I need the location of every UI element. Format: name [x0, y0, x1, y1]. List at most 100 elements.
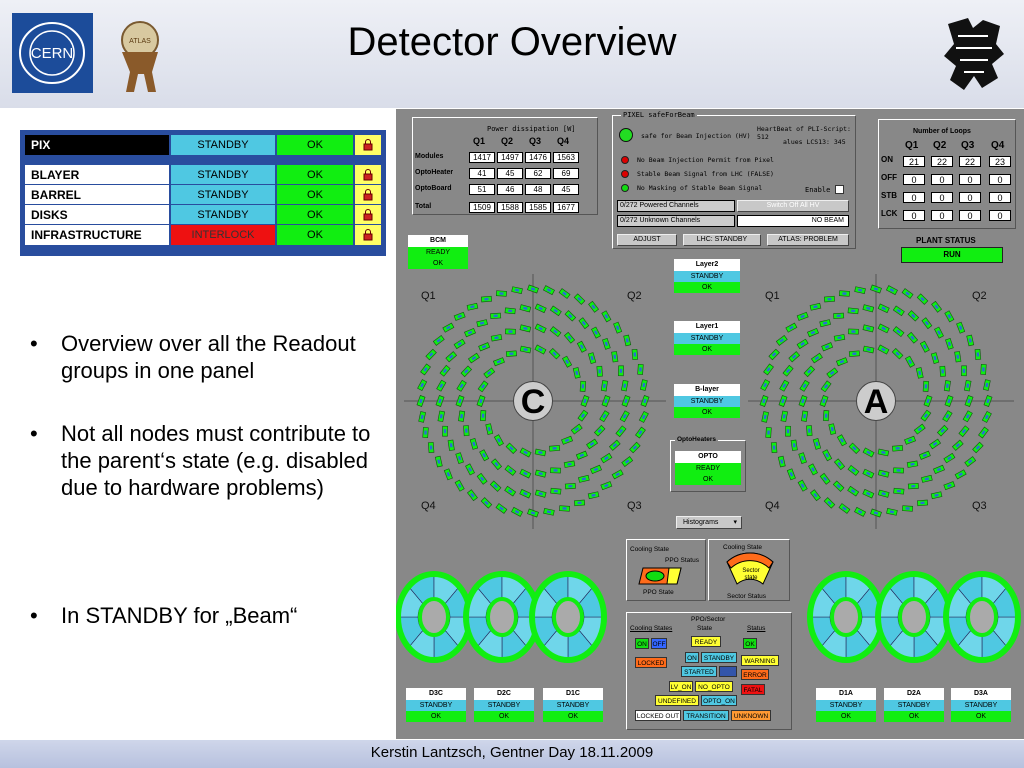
status-row-status: OK — [276, 134, 354, 156]
disk-inner-ring — [830, 597, 862, 637]
disks-diagram — [396, 571, 1021, 663]
status-row[interactable]: PIX STANDBY OK — [24, 134, 382, 156]
status-table: PIX STANDBY OK BLAYER STANDBY OK BARREL STANDBY… — [20, 130, 386, 256]
status-row[interactable]: INFRASTRUCTURE INTERLOCK OK — [24, 224, 382, 246]
side-a-button[interactable]: A — [856, 381, 896, 421]
disk-state: STANDBY — [474, 700, 534, 711]
status-row[interactable]: BLAYER STANDBY OK — [24, 164, 382, 186]
disk-widget[interactable]: D2A STANDBY OK — [884, 688, 944, 722]
disk-state: STANDBY — [543, 700, 603, 711]
stave-indicator — [598, 369, 602, 374]
legend-unknown: UNKNOWN — [731, 710, 771, 721]
status-row-state: STANDBY — [170, 184, 276, 206]
lock-icon[interactable] — [354, 184, 382, 206]
disk-status: OK — [406, 711, 466, 722]
stave-indicator — [851, 309, 856, 313]
stave-indicator — [619, 368, 623, 373]
status-row[interactable]: DISKS STANDBY OK — [24, 204, 382, 226]
stave-indicator — [976, 352, 980, 357]
stave-indicator — [429, 445, 433, 450]
detector-panel: Power dissipation [W] Q1 Q2 Q3 Q4 Modules 141… — [396, 109, 1024, 739]
status-row-name: DISKS — [24, 204, 170, 226]
stave-indicator — [484, 297, 489, 301]
stave-indicator — [633, 352, 637, 357]
stave-indicator — [464, 428, 468, 433]
stave-indicator — [851, 330, 856, 333]
disk-state: STANDBY — [951, 700, 1011, 711]
status-row-name: INFRASTRUCTURE — [24, 224, 170, 246]
stave-indicator — [509, 352, 514, 356]
stave-indicator — [443, 429, 447, 434]
disk-status: OK — [884, 711, 944, 722]
stave-indicator — [552, 446, 557, 450]
disk-status: OK — [951, 711, 1011, 722]
disk-widget[interactable]: D1C STANDBY OK — [543, 688, 603, 722]
disk-inner-ring — [552, 597, 584, 637]
disk-widget[interactable]: D2C STANDBY OK — [474, 688, 534, 722]
stave-indicator — [827, 297, 832, 301]
lock-icon[interactable] — [354, 204, 382, 226]
disk-title: D3C — [406, 688, 466, 700]
status-row-status: OK — [276, 204, 354, 226]
a-quadrant-label: Q3 — [972, 500, 987, 512]
disk-widget[interactable]: D3C STANDBY OK — [406, 688, 466, 722]
legend-undefined: UNDEFINED — [655, 695, 699, 706]
stave-indicator — [577, 501, 582, 505]
disk-status: OK — [474, 711, 534, 722]
stave-indicator — [842, 292, 847, 295]
stave-indicator — [962, 368, 966, 373]
stave-indicator — [499, 292, 504, 295]
disk-title: D3A — [951, 688, 1011, 700]
status-row-name: PIX — [24, 134, 170, 156]
status-row[interactable]: BARREL STANDBY OK — [24, 184, 382, 206]
disk-widget[interactable]: D3A STANDBY OK — [951, 688, 1011, 722]
stave-indicator — [852, 352, 857, 356]
legend-transition: TRANSITION — [683, 710, 729, 721]
stave-indicator — [920, 501, 925, 505]
status-row-status: OK — [276, 224, 354, 246]
stave-indicator — [639, 367, 642, 372]
status-row-state: STANDBY — [170, 134, 276, 156]
disk-state: STANDBY — [884, 700, 944, 711]
stave-indicator — [424, 430, 427, 435]
status-row-state: INTERLOCK — [170, 224, 276, 246]
stave-indicator — [896, 489, 901, 493]
stave-indicator — [807, 428, 811, 433]
legend-locked-out: LOCKED OUT — [635, 710, 681, 721]
disk-inner-ring — [898, 597, 930, 637]
stave-indicator — [911, 484, 916, 488]
status-row-state: STANDBY — [170, 164, 276, 186]
disk-title: D2A — [884, 688, 944, 700]
disk-status: OK — [543, 711, 603, 722]
c-quadrant-label: Q4 — [421, 500, 436, 512]
disk-title: D1A — [816, 688, 876, 700]
stave-indicator — [824, 413, 828, 418]
status-row-status: OK — [276, 184, 354, 206]
disk-status: OK — [816, 711, 876, 722]
c-quadrant-label: Q2 — [627, 290, 642, 302]
stave-indicator — [905, 507, 910, 510]
status-row-name: BARREL — [24, 184, 170, 206]
legend-opto-on: OPTO_ON — [701, 695, 737, 706]
stave-indicator — [493, 314, 498, 318]
status-row-name: BLAYER — [24, 164, 170, 186]
lock-icon[interactable] — [354, 224, 382, 246]
disk-state: STANDBY — [816, 700, 876, 711]
a-quadrant-label: Q1 — [765, 290, 780, 302]
disk-state: STANDBY — [406, 700, 466, 711]
stave-indicator — [982, 367, 985, 372]
disk-inner-ring — [966, 597, 998, 637]
side-c-button[interactable]: C — [513, 381, 553, 421]
lock-icon[interactable] — [354, 134, 382, 156]
disk-inner-ring — [486, 597, 518, 637]
stave-indicator — [941, 369, 945, 374]
a-quadrant-label: Q4 — [765, 500, 780, 512]
stave-indicator — [562, 507, 567, 510]
disk-title: D2C — [474, 688, 534, 700]
lock-icon[interactable] — [354, 164, 382, 186]
bullet-text: Not all nodes must contribute to the par… — [61, 421, 371, 500]
disk-widget[interactable]: D1A STANDBY OK — [816, 688, 876, 722]
bullet-text: In STANDBY for „Beam“ — [61, 603, 298, 628]
stave-indicator — [767, 430, 770, 435]
stave-indicator — [772, 445, 776, 450]
